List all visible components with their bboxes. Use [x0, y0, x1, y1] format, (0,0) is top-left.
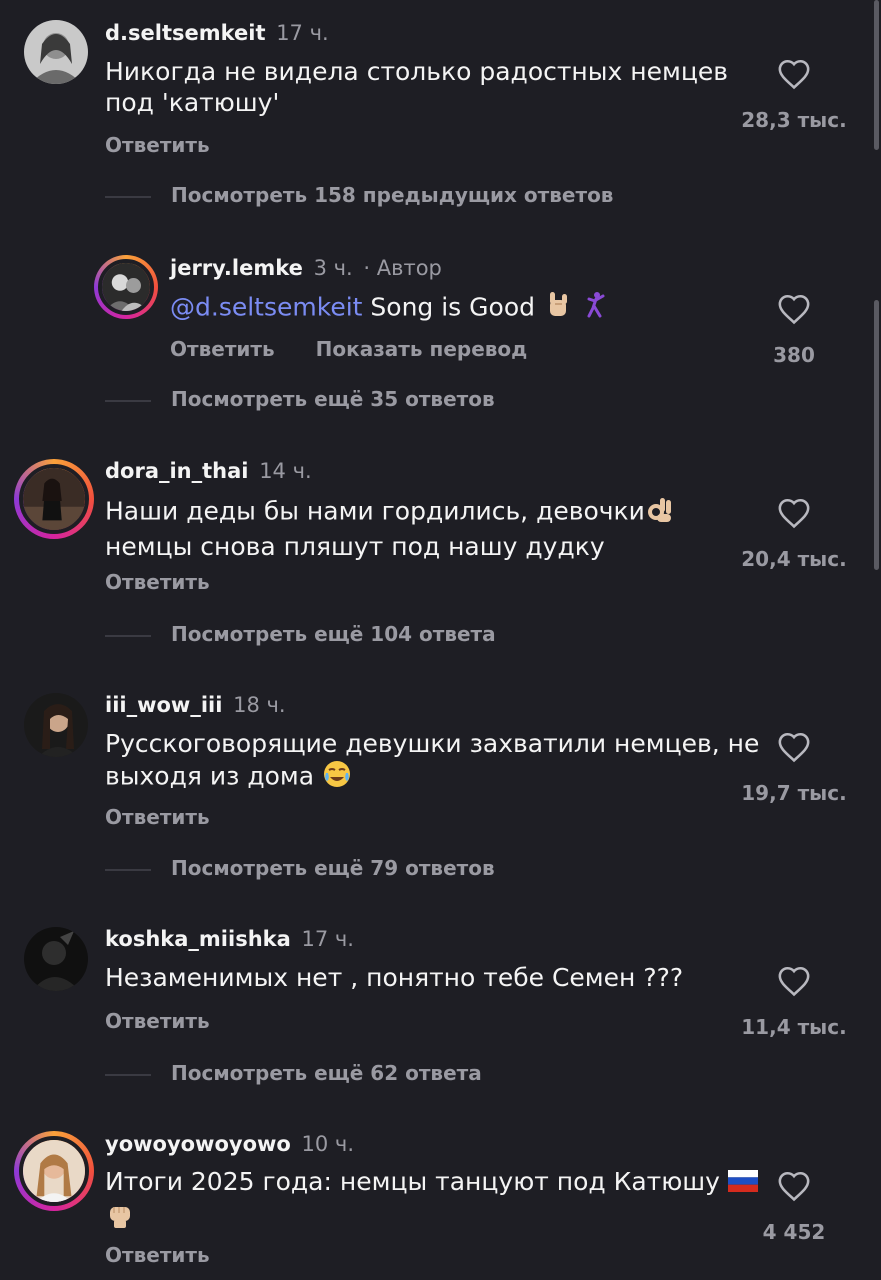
view-replies-label[interactable]: Посмотреть ещё 62 ответа [171, 1061, 482, 1085]
like-control[interactable]: 4 452 [739, 1170, 849, 1244]
comment-actions: Ответить [105, 133, 244, 157]
mention-link[interactable]: @d.seltsemkeit [170, 293, 362, 322]
like-count: 11,4 тыс. [741, 1015, 847, 1039]
comment-meta: iii_wow_iii 18 ч. [105, 692, 286, 718]
comment-actions: Ответить [105, 1243, 244, 1267]
timestamp: 18 ч. [233, 693, 286, 717]
avatar-story-ring[interactable] [14, 1131, 94, 1211]
timestamp: 17 ч. [301, 927, 354, 951]
comment-meta: koshka_miishka 17 ч. [105, 926, 354, 952]
avatar[interactable] [19, 464, 89, 534]
view-replies-label[interactable]: Посмотреть ещё 79 ответов [171, 856, 495, 880]
reply-button[interactable]: Ответить [105, 1243, 210, 1267]
comment-text: Незаменимых нет , понятно тебе Семен ??? [105, 963, 684, 992]
comment-text: @d.seltsemkeit Song is Good [170, 290, 830, 327]
timestamp: 10 ч. [301, 1132, 355, 1156]
heart-outline-icon[interactable] [777, 731, 811, 763]
username[interactable]: iii_wow_iii [105, 693, 222, 717]
like-control[interactable]: 20,4 тыс. [739, 497, 849, 571]
like-count: 28,3 тыс. [741, 108, 847, 132]
username[interactable]: dora_in_thai [105, 459, 249, 483]
thread-divider [105, 196, 151, 198]
comment-meta: d.seltsemkeit 17 ч. [105, 20, 329, 46]
username[interactable]: yowoyowoyowo [105, 1132, 291, 1156]
like-control[interactable]: 380 [739, 293, 849, 367]
heart-outline-icon[interactable] [777, 58, 811, 90]
avatar[interactable] [24, 20, 88, 84]
comment-meta: jerry.lemke 3 ч. · Автор [170, 255, 442, 281]
view-replies-label[interactable]: Посмотреть 158 предыдущих ответов [171, 183, 613, 207]
comment-text: Русскоговорящие девушки захватили немцев… [105, 728, 765, 796]
comment-meta: yowoyowoyowo 10 ч. [105, 1131, 354, 1157]
scrollbar[interactable] [874, 0, 879, 150]
comment-text-continued: немцы снова пляшут под нашу дудку [105, 532, 605, 561]
comment-text-content: Наши деды бы нами гордились, девочки [105, 496, 645, 526]
reply-button[interactable]: Ответить [105, 570, 210, 594]
thread-divider [105, 869, 151, 871]
reply-button[interactable]: Ответить [105, 805, 210, 829]
show-translation-button[interactable]: Показать перевод [316, 337, 528, 361]
avatar[interactable] [24, 693, 88, 757]
comment-text-content: Итоги 2025 года: немцы танцуют под Катюш… [105, 1167, 720, 1196]
avatar-story-ring[interactable] [94, 255, 158, 319]
comment-text: Наши деды бы нами гордились, девочки нем… [105, 494, 765, 562]
timestamp: 3 ч. [313, 256, 353, 280]
avatar[interactable] [19, 1136, 89, 1206]
heart-outline-icon[interactable] [777, 497, 811, 529]
ok-hand-emoji [645, 494, 675, 531]
avatar[interactable] [98, 259, 154, 315]
view-replies-label[interactable]: Посмотреть ещё 104 ответа [171, 622, 496, 646]
like-count: 19,7 тыс. [741, 781, 847, 805]
heart-outline-icon[interactable] [777, 293, 811, 325]
view-replies-label[interactable]: Посмотреть ещё 35 ответов [171, 387, 495, 411]
reply-button[interactable]: Ответить [105, 1009, 210, 1033]
thread-divider [105, 635, 151, 637]
like-count: 380 [773, 343, 815, 367]
like-control[interactable]: 19,7 тыс. [739, 731, 849, 805]
comments-screen: d.seltsemkeit 17 ч. Никогда не видела ст… [0, 0, 881, 1280]
sign-of-horns-emoji [543, 290, 573, 327]
like-count: 20,4 тыс. [741, 547, 847, 571]
like-count: 4 452 [762, 1220, 826, 1244]
raised-fist-emoji [105, 1199, 135, 1236]
username[interactable]: d.seltsemkeit [105, 21, 266, 45]
scrollbar-thumb[interactable] [874, 300, 879, 570]
thread-divider [105, 400, 151, 402]
reply-button[interactable]: Ответить [105, 133, 210, 157]
comment-actions: Ответить [105, 570, 244, 594]
timestamp: 14 ч. [259, 459, 312, 483]
comment-text-content: Русскоговорящие девушки захватили немцев… [105, 729, 760, 791]
like-control[interactable]: 28,3 тыс. [739, 58, 849, 132]
timestamp: 17 ч. [276, 21, 329, 45]
avatar-story-ring[interactable] [14, 459, 94, 539]
comment-text: Итоги 2025 года: немцы танцуют под Катюш… [105, 1166, 765, 1236]
heart-outline-icon[interactable] [777, 965, 811, 997]
thread-divider [105, 1074, 151, 1076]
comment-text: Никогда не видела столько радостных немц… [105, 57, 728, 117]
comment-meta: dora_in_thai 14 ч. [105, 458, 312, 484]
username[interactable]: jerry.lemke [170, 256, 303, 280]
face-with-tears-of-joy-emoji [322, 759, 352, 796]
comment-text-content: Song is Good [370, 292, 535, 322]
comment-actions: Ответить [105, 805, 244, 829]
comment-actions: Ответить Показать перевод [170, 337, 561, 361]
reply-button[interactable]: Ответить [170, 337, 275, 361]
username[interactable]: koshka_miishka [105, 927, 291, 951]
author-badge: · Автор [363, 256, 442, 280]
like-control[interactable]: 11,4 тыс. [739, 965, 849, 1039]
comment-actions: Ответить [105, 1009, 244, 1033]
heart-outline-icon[interactable] [777, 1170, 811, 1202]
avatar[interactable] [24, 927, 88, 991]
man-dancing-emoji [581, 290, 611, 327]
